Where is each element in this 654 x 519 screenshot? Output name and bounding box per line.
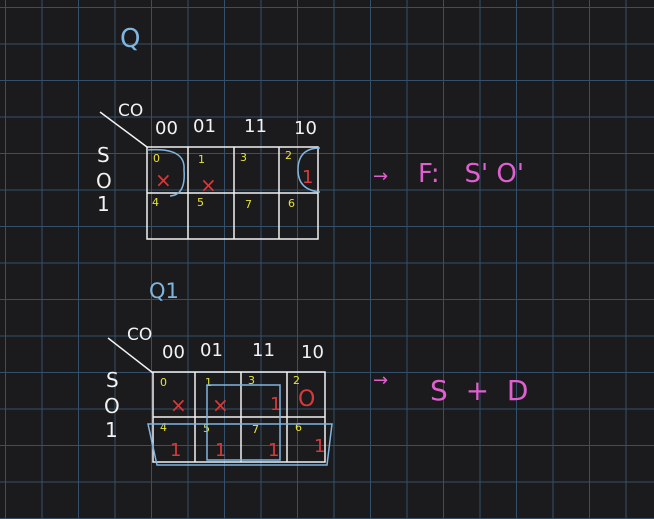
cell-mark: × bbox=[200, 173, 217, 197]
col-header: 00 bbox=[155, 118, 178, 139]
cell-index: 0 bbox=[153, 152, 160, 165]
row-header: 1 bbox=[105, 418, 118, 442]
row-var-s: S bbox=[97, 143, 110, 167]
row-var-s: S bbox=[106, 368, 119, 392]
col-header: 10 bbox=[301, 342, 324, 363]
col-header: 11 bbox=[244, 116, 267, 137]
cell-index: 0 bbox=[160, 376, 167, 389]
row-header: 1 bbox=[97, 192, 110, 216]
cell-mark: O bbox=[298, 387, 315, 412]
cell-mark: 1 bbox=[170, 440, 181, 461]
corner-label: CO bbox=[127, 325, 152, 345]
col-header: 01 bbox=[200, 340, 223, 361]
cell-mark: 1 bbox=[268, 440, 279, 461]
cell-index: 1 bbox=[205, 376, 212, 389]
corner-label: CO bbox=[118, 101, 143, 121]
cell-index: 2 bbox=[285, 149, 292, 162]
cell-index: 4 bbox=[152, 196, 159, 209]
grid-paper-canvas: Q CO 00 01 11 10 S O 1 0 1 3 2 4 5 7 6 ×… bbox=[0, 0, 654, 519]
cell-mark: × bbox=[170, 393, 187, 417]
row-var-o: O bbox=[104, 394, 120, 418]
cell-index: 3 bbox=[240, 151, 247, 164]
cell-index: 7 bbox=[245, 198, 252, 211]
heading-q1: Q1 bbox=[149, 279, 179, 303]
cell-mark: × bbox=[212, 393, 229, 417]
result-expression: S + D bbox=[430, 374, 528, 407]
result-arrow: → bbox=[373, 166, 388, 187]
cell-index: 1 bbox=[198, 153, 205, 166]
col-header: 10 bbox=[294, 118, 317, 139]
kmap-drawing: Q CO 00 01 11 10 S O 1 0 1 3 2 4 5 7 6 ×… bbox=[96, 24, 528, 466]
cell-mark: 1 bbox=[314, 436, 325, 457]
row-var-o: O bbox=[96, 169, 112, 193]
cell-mark: × bbox=[155, 168, 172, 192]
col-header: 11 bbox=[252, 340, 275, 361]
result-expression: F: S' O' bbox=[418, 159, 524, 189]
col-header: 01 bbox=[193, 116, 216, 137]
kmap-q: Q CO 00 01 11 10 S O 1 0 1 3 2 4 5 7 6 ×… bbox=[96, 24, 524, 240]
col-header: 00 bbox=[162, 342, 185, 363]
kmap-q1: Q1 CO 00 01 11 10 S O 1 0 1 3 2 4 5 7 6 … bbox=[104, 279, 528, 466]
cell-index: 6 bbox=[288, 197, 295, 210]
cell-index: 2 bbox=[293, 374, 300, 387]
cell-index: 4 bbox=[160, 421, 167, 434]
cell-index: 5 bbox=[197, 196, 204, 209]
heading-q: Q bbox=[120, 24, 140, 54]
cell-index: 6 bbox=[295, 421, 302, 434]
cell-index: 7 bbox=[252, 423, 259, 436]
cell-mark: 1 bbox=[215, 440, 226, 461]
result-arrow: → bbox=[373, 370, 388, 391]
